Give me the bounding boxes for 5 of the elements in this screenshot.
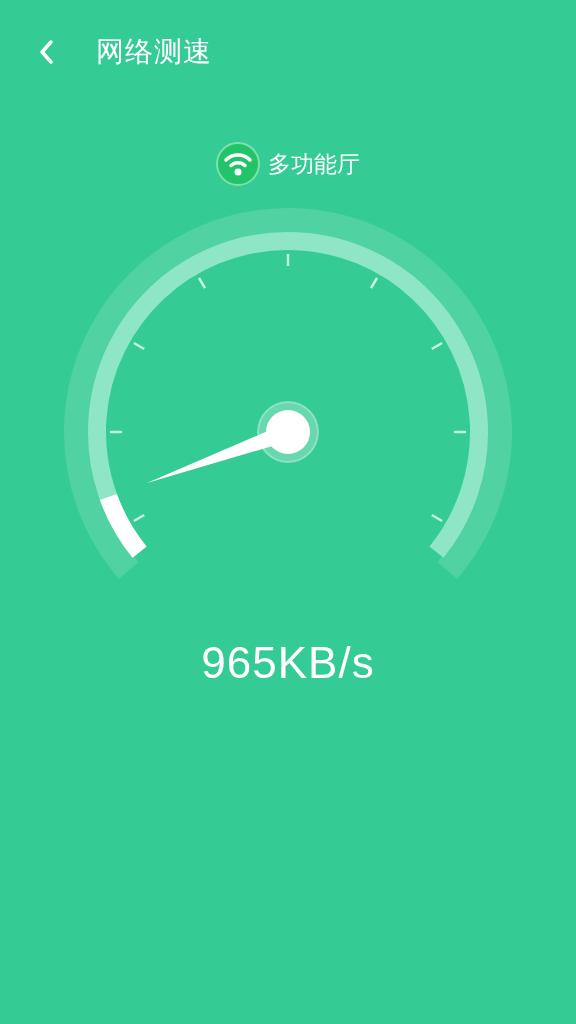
- page-title: 网络测速: [96, 34, 212, 70]
- wifi-icon: [216, 142, 260, 186]
- gauge-fill: [100, 493, 147, 558]
- network-name: 多功能厅: [268, 149, 360, 179]
- speed-reading: 965KB/s: [201, 638, 375, 688]
